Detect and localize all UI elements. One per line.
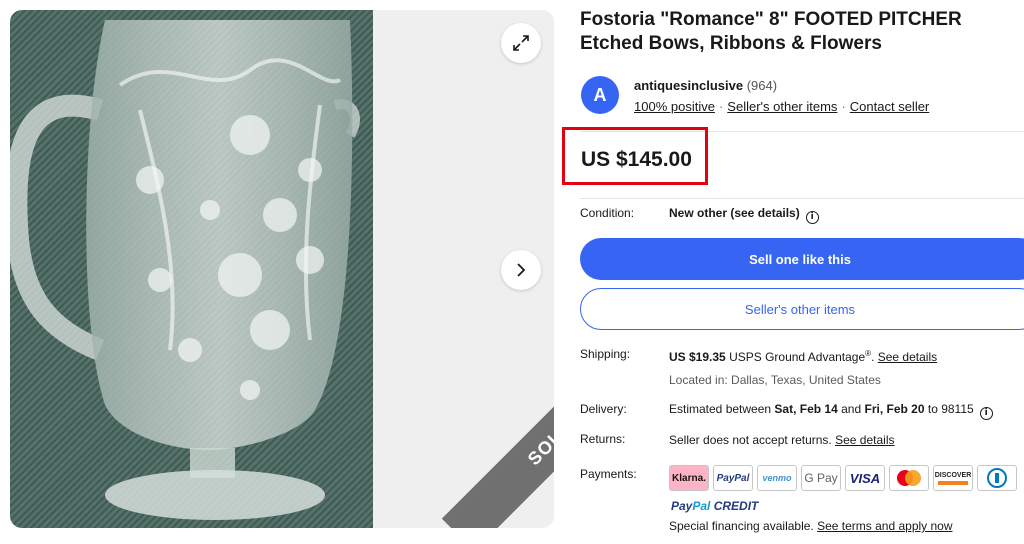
shipping-see-details-link[interactable]: See details	[878, 350, 937, 364]
sold-badge-text: SOLD	[523, 416, 554, 469]
contact-seller-link[interactable]: Contact seller	[850, 99, 929, 114]
visa-icon: VISA	[845, 465, 885, 491]
condition-text: New other (see details)	[669, 206, 800, 220]
shipping-value: US $19.35 USPS Ground Advantage®. See de…	[669, 349, 938, 364]
delivery-end: Fri, Feb 20	[864, 402, 925, 416]
seller-positive-link[interactable]: 100% positive	[634, 99, 715, 114]
condition-value: New other (see details) i	[669, 206, 819, 224]
returns-value: Seller does not accept returns. See deta…	[669, 433, 894, 447]
seller-avatar[interactable]: A	[581, 76, 619, 114]
paypal-credit-pal: Pal	[692, 499, 711, 513]
info-icon[interactable]: i	[979, 407, 993, 420]
shipping-cost: US $19.35	[669, 350, 726, 364]
item-price: US $145.00	[581, 148, 692, 171]
delivery-value: Estimated between Sat, Feb 14 and Fri, F…	[669, 402, 993, 420]
discover-label: DISCOVER	[934, 471, 972, 479]
returns-text: Seller does not accept returns.	[669, 433, 832, 447]
info-icon[interactable]: i	[805, 211, 819, 224]
sell-one-like-this-button[interactable]: Sell one like this	[580, 238, 1024, 280]
discover-icon: DISCOVER	[933, 465, 973, 491]
expand-icon	[513, 35, 529, 51]
item-location: Located in: Dallas, Texas, United States	[669, 373, 881, 387]
pitcher-image	[10, 20, 360, 520]
sold-ribbon: SOLD	[441, 334, 554, 528]
seller-name-line: antiquesinclusive (964)	[634, 78, 777, 93]
seller-name[interactable]: antiquesinclusive	[634, 78, 743, 93]
paypal-credit-logo: PayPal CREDIT	[671, 499, 758, 513]
delivery-prefix: Estimated between	[669, 402, 772, 416]
delivery-zip: to 98115	[927, 402, 974, 416]
google-pay-icon: G Pay	[801, 465, 841, 491]
returns-see-details-link[interactable]: See details	[835, 433, 894, 447]
mastercard-icon	[889, 465, 929, 491]
divider	[580, 198, 1024, 199]
next-image-button[interactable]	[501, 250, 541, 290]
expand-image-button[interactable]	[501, 23, 541, 63]
payments-label: Payments:	[580, 467, 637, 481]
image-gallery: SOLD	[10, 10, 554, 528]
venmo-icon: venmo	[757, 465, 797, 491]
financing-text: Special financing available.	[669, 519, 814, 533]
item-photo[interactable]	[10, 10, 373, 528]
klarna-icon: Klarna.	[669, 465, 709, 491]
seller-feedback-count: (964)	[746, 78, 778, 93]
condition-label: Condition:	[580, 206, 635, 220]
diners-club-icon	[977, 465, 1017, 491]
payment-methods: Klarna. PayPal venmo G Pay VISA DISCOVER	[669, 465, 1017, 491]
shipping-label: Shipping:	[580, 347, 631, 361]
listing-details: Fostoria "Romance" 8" FOOTED PITCHER Etc…	[562, 8, 1024, 533]
seller-links: 100% positive · Seller's other items · Conta…	[634, 99, 930, 114]
financing-line: Special financing available. See terms a…	[669, 519, 953, 533]
seller-card: A antiquesinclusive (964) 100% positive ·…	[580, 68, 1024, 132]
financing-apply-link[interactable]: See terms and apply now	[817, 519, 952, 533]
returns-label: Returns:	[580, 432, 626, 446]
chevron-right-icon	[517, 263, 526, 277]
delivery-and: and	[841, 402, 862, 416]
sellers-other-items-button[interactable]: Seller's other items	[580, 288, 1024, 330]
trademark: ®	[865, 349, 872, 358]
paypal-credit-text: CREDIT	[713, 499, 759, 513]
paypal-icon: PayPal	[713, 465, 753, 491]
shipping-service: USPS Ground Advantage	[729, 350, 866, 364]
delivery-start: Sat, Feb 14	[774, 402, 838, 416]
listing-title: Fostoria "Romance" 8" FOOTED PITCHER Etc…	[580, 9, 962, 54]
seller-other-items-link[interactable]: Seller's other items	[727, 99, 837, 114]
paypal-credit-pay: Pay	[671, 499, 693, 513]
delivery-label: Delivery:	[580, 402, 627, 416]
